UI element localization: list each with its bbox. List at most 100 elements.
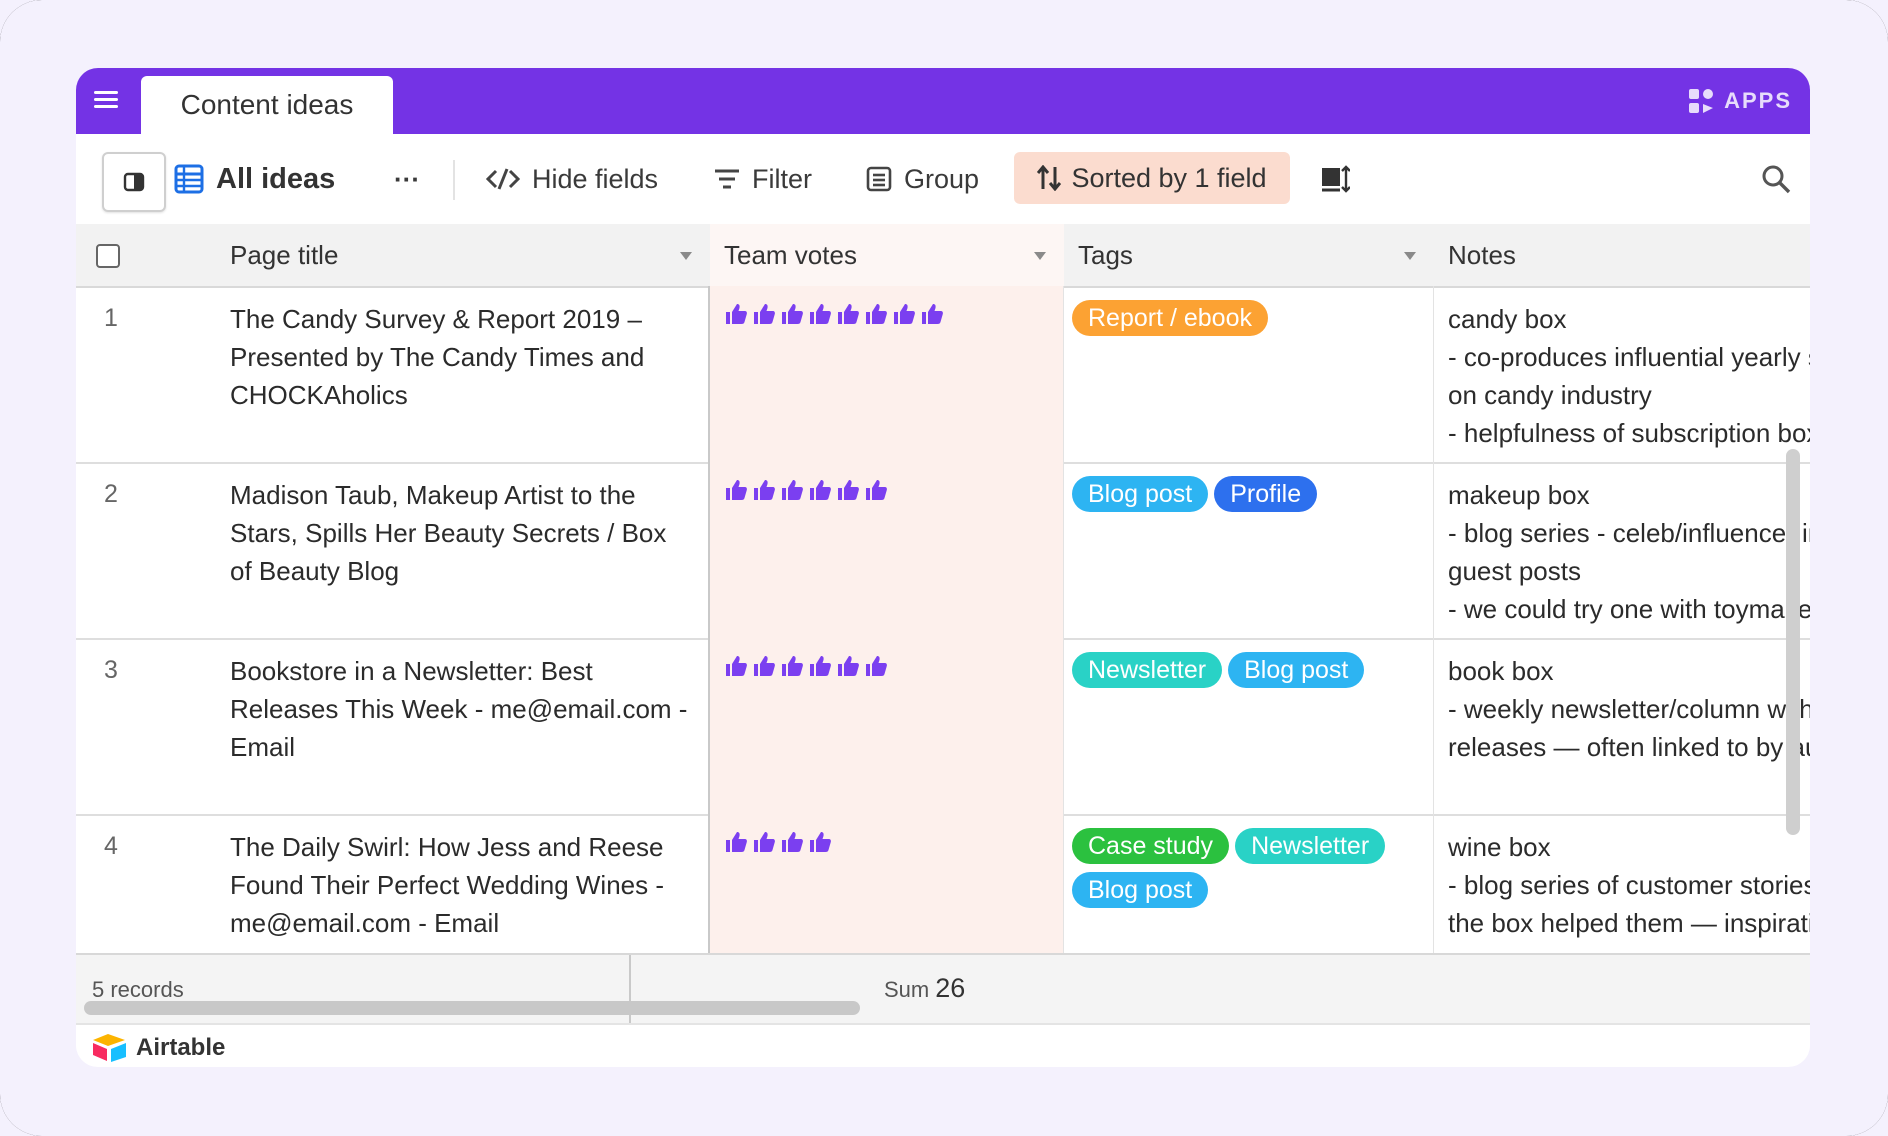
note-line: - weekly newsletter/column with lists of [1448, 694, 1810, 724]
airtable-logo-icon [93, 1034, 126, 1062]
tags-cell[interactable]: Report / ebook [1064, 286, 1434, 462]
column-header-notes[interactable]: Notes [1434, 224, 1810, 288]
thumbs-up-icon [892, 302, 916, 331]
thumbs-up-icon [724, 478, 748, 507]
thumbs-up-icon [836, 478, 860, 507]
note-line: - we could try one with toymakers? [1448, 594, 1810, 624]
team-votes-cell[interactable] [710, 462, 1064, 638]
note-line: - blog series - celeb/influencer intervi… [1448, 518, 1810, 548]
table-row[interactable]: 1 The Candy Survey & Report 2019 – Presen… [76, 286, 1810, 464]
row-number: 3 [104, 656, 118, 684]
thumbs-up-icon [864, 302, 888, 331]
note-line: wine box [1448, 832, 1551, 862]
tag-chip: Report / ebook [1072, 300, 1268, 336]
hide-fields-icon [486, 168, 520, 190]
sort-label: Sorted by 1 field [1071, 162, 1267, 193]
team-votes-cell[interactable] [710, 638, 1064, 814]
thumbs-up-icon [808, 478, 832, 507]
select-all-header [76, 224, 205, 288]
thumbs-up-icon [724, 830, 748, 859]
notes-cell[interactable]: candy box - co-produces influential yearl… [1434, 286, 1810, 462]
grid-view-icon [174, 164, 204, 194]
sort-button[interactable]: Sorted by 1 field [1014, 152, 1290, 204]
sidebar-toggle-button[interactable] [102, 152, 166, 212]
notes-cell[interactable]: makeup box - blog series - celeb/influenc… [1434, 462, 1810, 638]
thumbs-up-icon [780, 830, 804, 859]
note-line: releases — often linked to by authors [1448, 732, 1810, 762]
page-title-cell[interactable]: The Candy Survey & Report 2019 – Present… [204, 286, 710, 462]
thumbs-up-icon [920, 302, 944, 331]
search-icon [1762, 165, 1791, 194]
note-line: - helpfulness of subscription box servic… [1448, 418, 1810, 448]
note-line: book box [1448, 656, 1554, 686]
team-votes-cell[interactable] [710, 286, 1064, 462]
apps-label: APPS [1724, 88, 1792, 113]
filter-icon [715, 169, 739, 189]
more-icon: ··· [394, 163, 420, 194]
tags-cell[interactable]: Newsletter Blog post [1064, 638, 1434, 814]
thumbs-up-icon [752, 654, 776, 683]
select-all-checkbox[interactable] [96, 244, 120, 268]
column-header-tags[interactable]: Tags [1064, 224, 1435, 288]
tags-cell[interactable]: Blog post Profile [1064, 462, 1434, 638]
note-line: candy box [1448, 304, 1567, 334]
tag-chip: Newsletter [1072, 652, 1223, 688]
thumbs-up-icon [808, 830, 832, 859]
tag-chip: Blog post [1072, 872, 1209, 908]
view-switcher[interactable]: All ideas [174, 134, 335, 224]
column-header-label: Tags [1078, 239, 1133, 270]
search-button[interactable] [1761, 134, 1791, 224]
menu-icon[interactable] [92, 86, 122, 114]
page-title-cell[interactable]: Madison Taub, Makeup Artist to the Stars… [204, 462, 710, 638]
chevron-down-icon[interactable] [1404, 252, 1416, 260]
hide-fields-label: Hide fields [532, 163, 659, 194]
notes-cell[interactable]: book box - weekly newsletter/column with … [1434, 638, 1810, 814]
row-height-button[interactable] [1320, 134, 1350, 224]
group-label: Group [904, 163, 980, 194]
thumbs-up-icon [808, 302, 832, 331]
row-height-icon [1322, 165, 1350, 193]
chevron-down-icon[interactable] [680, 252, 692, 260]
chevron-down-icon[interactable] [1034, 252, 1046, 260]
view-name: All ideas [216, 162, 336, 195]
votes-sum[interactable]: Sum 26 [884, 973, 965, 1004]
note-line: - blog series of customer stories about [1448, 870, 1810, 900]
thumbs-up-icon [808, 654, 832, 683]
group-button[interactable]: Group [866, 134, 979, 224]
vertical-scrollbar[interactable] [1786, 449, 1800, 835]
note-line: the box helped them — inspiration, p [1448, 908, 1810, 938]
thumbs-up-icon [864, 654, 888, 683]
thumbs-up-icon [752, 302, 776, 331]
sum-value: 26 [935, 973, 966, 1003]
view-toolbar: All ideas ··· Hide fields Filter Group S… [76, 134, 1810, 226]
thumbs-up-icon [836, 302, 860, 331]
airtable-window: Content ideas APPS All ideas ··· Hide fi… [76, 68, 1810, 1067]
records-grid: Page title Team votes Tags Notes 1 The Ca… [76, 224, 1810, 1022]
note-line: guest posts [1448, 556, 1581, 586]
tag-chip: Case study [1072, 828, 1230, 864]
column-header-page-title[interactable]: Page title [204, 224, 712, 288]
page-title-cell[interactable]: Bookstore in a Newsletter: Best Releases… [204, 638, 710, 814]
horizontal-scrollbar[interactable] [84, 1001, 860, 1015]
hide-fields-button[interactable]: Hide fields [486, 134, 658, 224]
column-header-label: Page title [230, 239, 339, 270]
tag-chip: Blog post [1072, 476, 1209, 512]
thumbs-up-icon [780, 654, 804, 683]
sum-label: Sum [884, 977, 930, 1002]
group-icon [866, 166, 892, 192]
filter-button[interactable]: Filter [714, 134, 812, 224]
airtable-brand[interactable]: Airtable [92, 1033, 225, 1063]
toolbar-divider [453, 160, 455, 200]
apps-button[interactable]: APPS [1688, 84, 1792, 118]
tab-content-ideas[interactable]: Content ideas [141, 76, 393, 134]
thumbs-up-icon [780, 302, 804, 331]
tag-chip: Newsletter [1235, 828, 1386, 864]
note-line: - co-produces influential yearly survey [1448, 342, 1810, 372]
thumbs-up-icon [752, 830, 776, 859]
column-header-team-votes[interactable]: Team votes [710, 224, 1065, 288]
top-bar: Content ideas APPS [76, 68, 1810, 134]
view-more-button[interactable]: ··· [394, 134, 420, 224]
table-row[interactable]: 3 Bookstore in a Newsletter: Best Release… [76, 638, 1810, 816]
table-row[interactable]: 2 Madison Taub, Makeup Artist to the Star… [76, 462, 1810, 640]
filter-label: Filter [752, 163, 812, 194]
